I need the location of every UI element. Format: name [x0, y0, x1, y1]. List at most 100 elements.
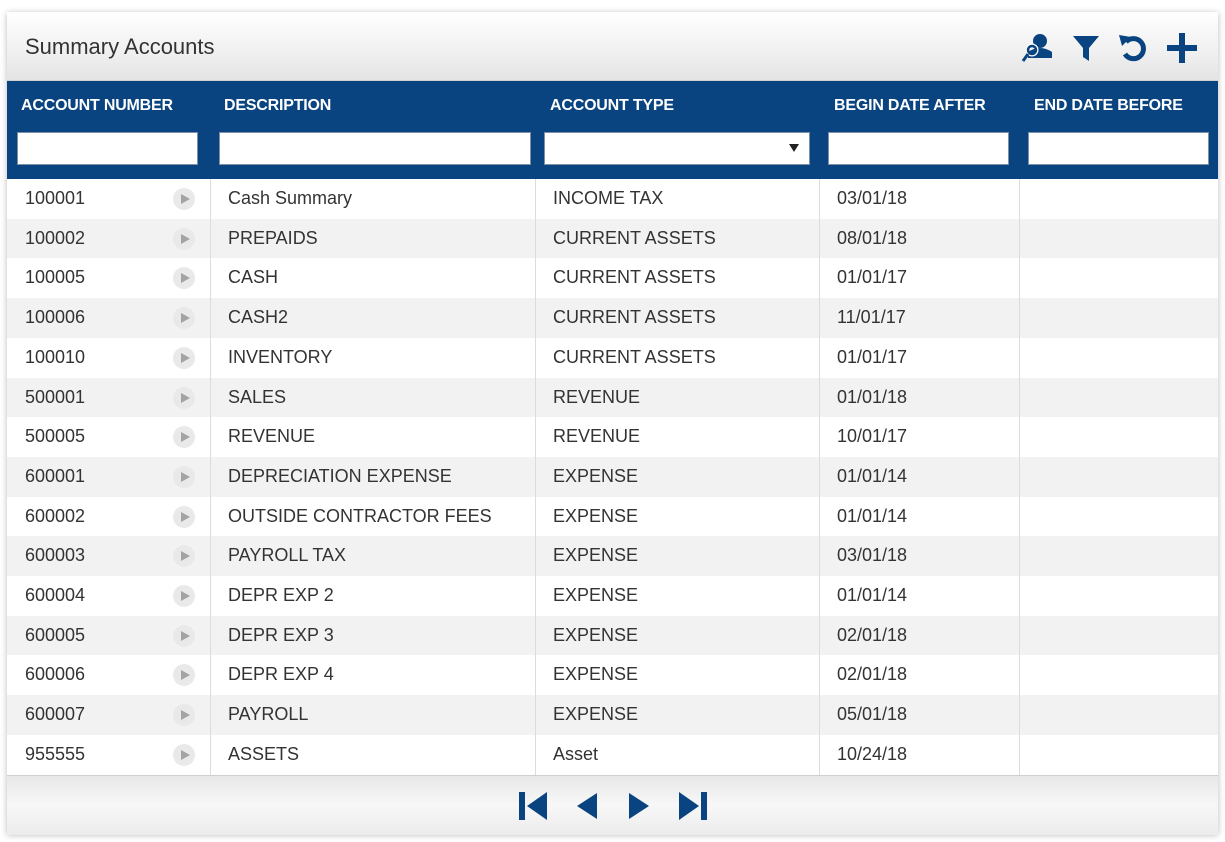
row-expand-arrow-icon[interactable] — [173, 346, 195, 369]
cell-begin-date-after: 01/01/14 — [837, 585, 908, 605]
table-row[interactable]: 955555 ASSETS Asset 10/24/18 — [7, 735, 1218, 775]
row-expand-arrow-icon[interactable] — [173, 227, 195, 250]
description-filter-input[interactable] — [219, 132, 531, 165]
first-page-icon — [519, 792, 547, 820]
cell-account-type: EXPENSE — [553, 624, 639, 645]
column-divider — [535, 179, 536, 775]
cell-description: DEPR EXP 2 — [228, 585, 334, 605]
cell-begin-date-after: 01/01/14 — [837, 505, 908, 526]
cell-account-type: REVENUE — [553, 386, 641, 407]
cell-begin-date-after: 10/24/18 — [837, 743, 908, 764]
column-header-begin-date-after[interactable]: BEGIN DATE AFTER — [820, 81, 1020, 179]
cell-begin-date-after: 11/01/17 — [837, 307, 906, 328]
column-label: DESCRIPTION — [224, 97, 332, 114]
cell-account-type: CURRENT ASSETS — [553, 346, 716, 367]
row-expand-arrow-icon[interactable] — [173, 545, 195, 568]
row-expand-arrow-icon[interactable] — [173, 307, 195, 330]
cell-description: DEPRECIATION EXPENSE — [228, 465, 452, 486]
row-expand-arrow-icon[interactable] — [173, 267, 195, 290]
table-row[interactable]: 100006 CASH2 CURRENT ASSETS 11/01/17 — [7, 298, 1218, 338]
cell-account-type: EXPENSE — [553, 704, 639, 725]
cell-account-number: 600002 — [25, 505, 86, 526]
user-search-icon — [1021, 34, 1052, 62]
table-row[interactable]: 100001 Cash Summary INCOME TAX 03/01/18 — [7, 179, 1218, 219]
row-expand-arrow-icon[interactable] — [173, 704, 195, 727]
cell-account-number: 600006 — [25, 664, 86, 685]
cell-description: DEPR EXP 3 — [228, 624, 334, 645]
filter-button[interactable] — [1064, 28, 1108, 68]
cell-description: INVENTORY — [228, 346, 333, 367]
cell-account-type: EXPENSE — [553, 545, 639, 566]
cell-description: Cash Summary — [228, 188, 353, 208]
column-header-end-date-before[interactable]: END DATE BEFORE — [1020, 81, 1218, 179]
table-body: 955555 ASSETS Asset 10/24/18 600007 PAYROLL EX… — [7, 179, 1218, 775]
table-header: ACCOUNT NUMBER DESCRIPTION ACCOUNT TYPE … — [7, 81, 1218, 179]
column-header-account-type[interactable]: ACCOUNT TYPE — [536, 81, 820, 179]
begin-date-filter-input[interactable] — [828, 132, 1009, 165]
cell-begin-date-after: 01/01/14 — [837, 465, 908, 486]
table-row[interactable]: 600002 OUTSIDE CONTRACTOR FEES EXPENSE 01/0… — [7, 497, 1218, 537]
table-row[interactable]: 600007 PAYROLL EXPENSE 05/01/18 — [7, 695, 1218, 735]
add-button[interactable] — [1160, 28, 1204, 68]
cell-account-number: 100010 — [25, 346, 86, 367]
column-divider — [210, 179, 211, 775]
cell-description: ASSETS — [228, 743, 300, 764]
cell-account-type: Asset — [553, 743, 599, 764]
row-expand-arrow-icon[interactable] — [173, 505, 195, 528]
cell-account-type: EXPENSE — [553, 585, 639, 605]
cell-account-number: 600001 — [25, 465, 86, 486]
row-expand-arrow-icon[interactable] — [173, 585, 195, 607]
cell-begin-date-after: 08/01/18 — [837, 227, 908, 248]
account-type-filter-select[interactable] — [544, 132, 810, 165]
row-expand-arrow-icon[interactable] — [173, 188, 195, 210]
page-title: Summary Accounts — [25, 34, 215, 59]
column-label: BEGIN DATE AFTER — [834, 97, 986, 114]
row-expand-arrow-icon[interactable] — [173, 624, 195, 647]
table-row[interactable]: 600001 DEPRECIATION EXPENSE EXPENSE 01/01/1… — [7, 456, 1218, 497]
cell-account-type: EXPENSE — [553, 505, 639, 526]
table-row[interactable]: 100010 INVENTORY CURRENT ASSETS 01/01/17 — [7, 338, 1218, 378]
previous-page-button[interactable] — [569, 788, 605, 824]
cell-begin-date-after: 03/01/18 — [837, 545, 908, 566]
refresh-icon — [1119, 35, 1146, 62]
row-expand-arrow-icon[interactable] — [173, 386, 195, 409]
first-page-button[interactable] — [515, 788, 551, 824]
row-expand-arrow-icon[interactable] — [173, 465, 195, 488]
cell-account-number: 500005 — [25, 426, 86, 447]
user-search-button[interactable] — [1016, 28, 1060, 68]
table-row[interactable]: 500005 REVENUE REVENUE 10/01/17 — [7, 417, 1218, 457]
cell-account-type: EXPENSE — [553, 465, 639, 486]
account-number-filter-input[interactable] — [17, 132, 198, 165]
row-expand-arrow-icon[interactable] — [173, 664, 195, 687]
cell-account-type: EXPENSE — [553, 664, 639, 685]
next-page-button[interactable] — [621, 788, 657, 824]
table-row[interactable]: 100002 PREPAIDS CURRENT ASSETS 08/01/18 — [7, 218, 1218, 259]
row-expand-arrow-icon[interactable] — [173, 743, 195, 766]
filter-icon — [1073, 36, 1099, 61]
title-bar: Summary Accounts — [7, 12, 1218, 81]
column-label: ACCOUNT TYPE — [550, 97, 674, 114]
cell-account-number: 100002 — [25, 227, 86, 248]
row-expand-arrow-icon[interactable] — [173, 426, 195, 449]
column-header-description[interactable]: DESCRIPTION — [210, 81, 536, 179]
refresh-button[interactable] — [1112, 28, 1156, 68]
last-page-button[interactable] — [675, 788, 711, 824]
table-row[interactable]: 100005 CASH CURRENT ASSETS 01/01/17 — [7, 258, 1218, 298]
table-row[interactable]: 600003 PAYROLL TAX EXPENSE 03/01/18 — [7, 536, 1218, 576]
column-divider — [819, 179, 820, 775]
cell-account-type: REVENUE — [553, 426, 641, 447]
table-row[interactable]: 600005 DEPR EXP 3 EXPENSE 02/01/18 — [7, 615, 1218, 656]
last-page-icon — [679, 792, 707, 820]
cell-account-number: 100001 — [25, 188, 86, 208]
table-row[interactable]: 500001 SALES REVENUE 01/01/18 — [7, 377, 1218, 418]
cell-description: DEPR EXP 4 — [228, 664, 334, 685]
cell-description: PAYROLL TAX — [228, 545, 347, 566]
table-row[interactable]: 600006 DEPR EXP 4 EXPENSE 02/01/18 — [7, 655, 1218, 695]
cell-description: OUTSIDE CONTRACTOR FEES — [228, 505, 492, 526]
cell-begin-date-after: 01/01/18 — [837, 386, 908, 407]
column-header-account-number[interactable]: ACCOUNT NUMBER — [7, 81, 210, 179]
end-date-filter-input[interactable] — [1028, 132, 1209, 165]
cell-account-number: 100006 — [25, 307, 86, 328]
pagination-bar — [7, 775, 1218, 835]
table-row[interactable]: 600004 DEPR EXP 2 EXPENSE 01/01/14 — [7, 576, 1218, 616]
